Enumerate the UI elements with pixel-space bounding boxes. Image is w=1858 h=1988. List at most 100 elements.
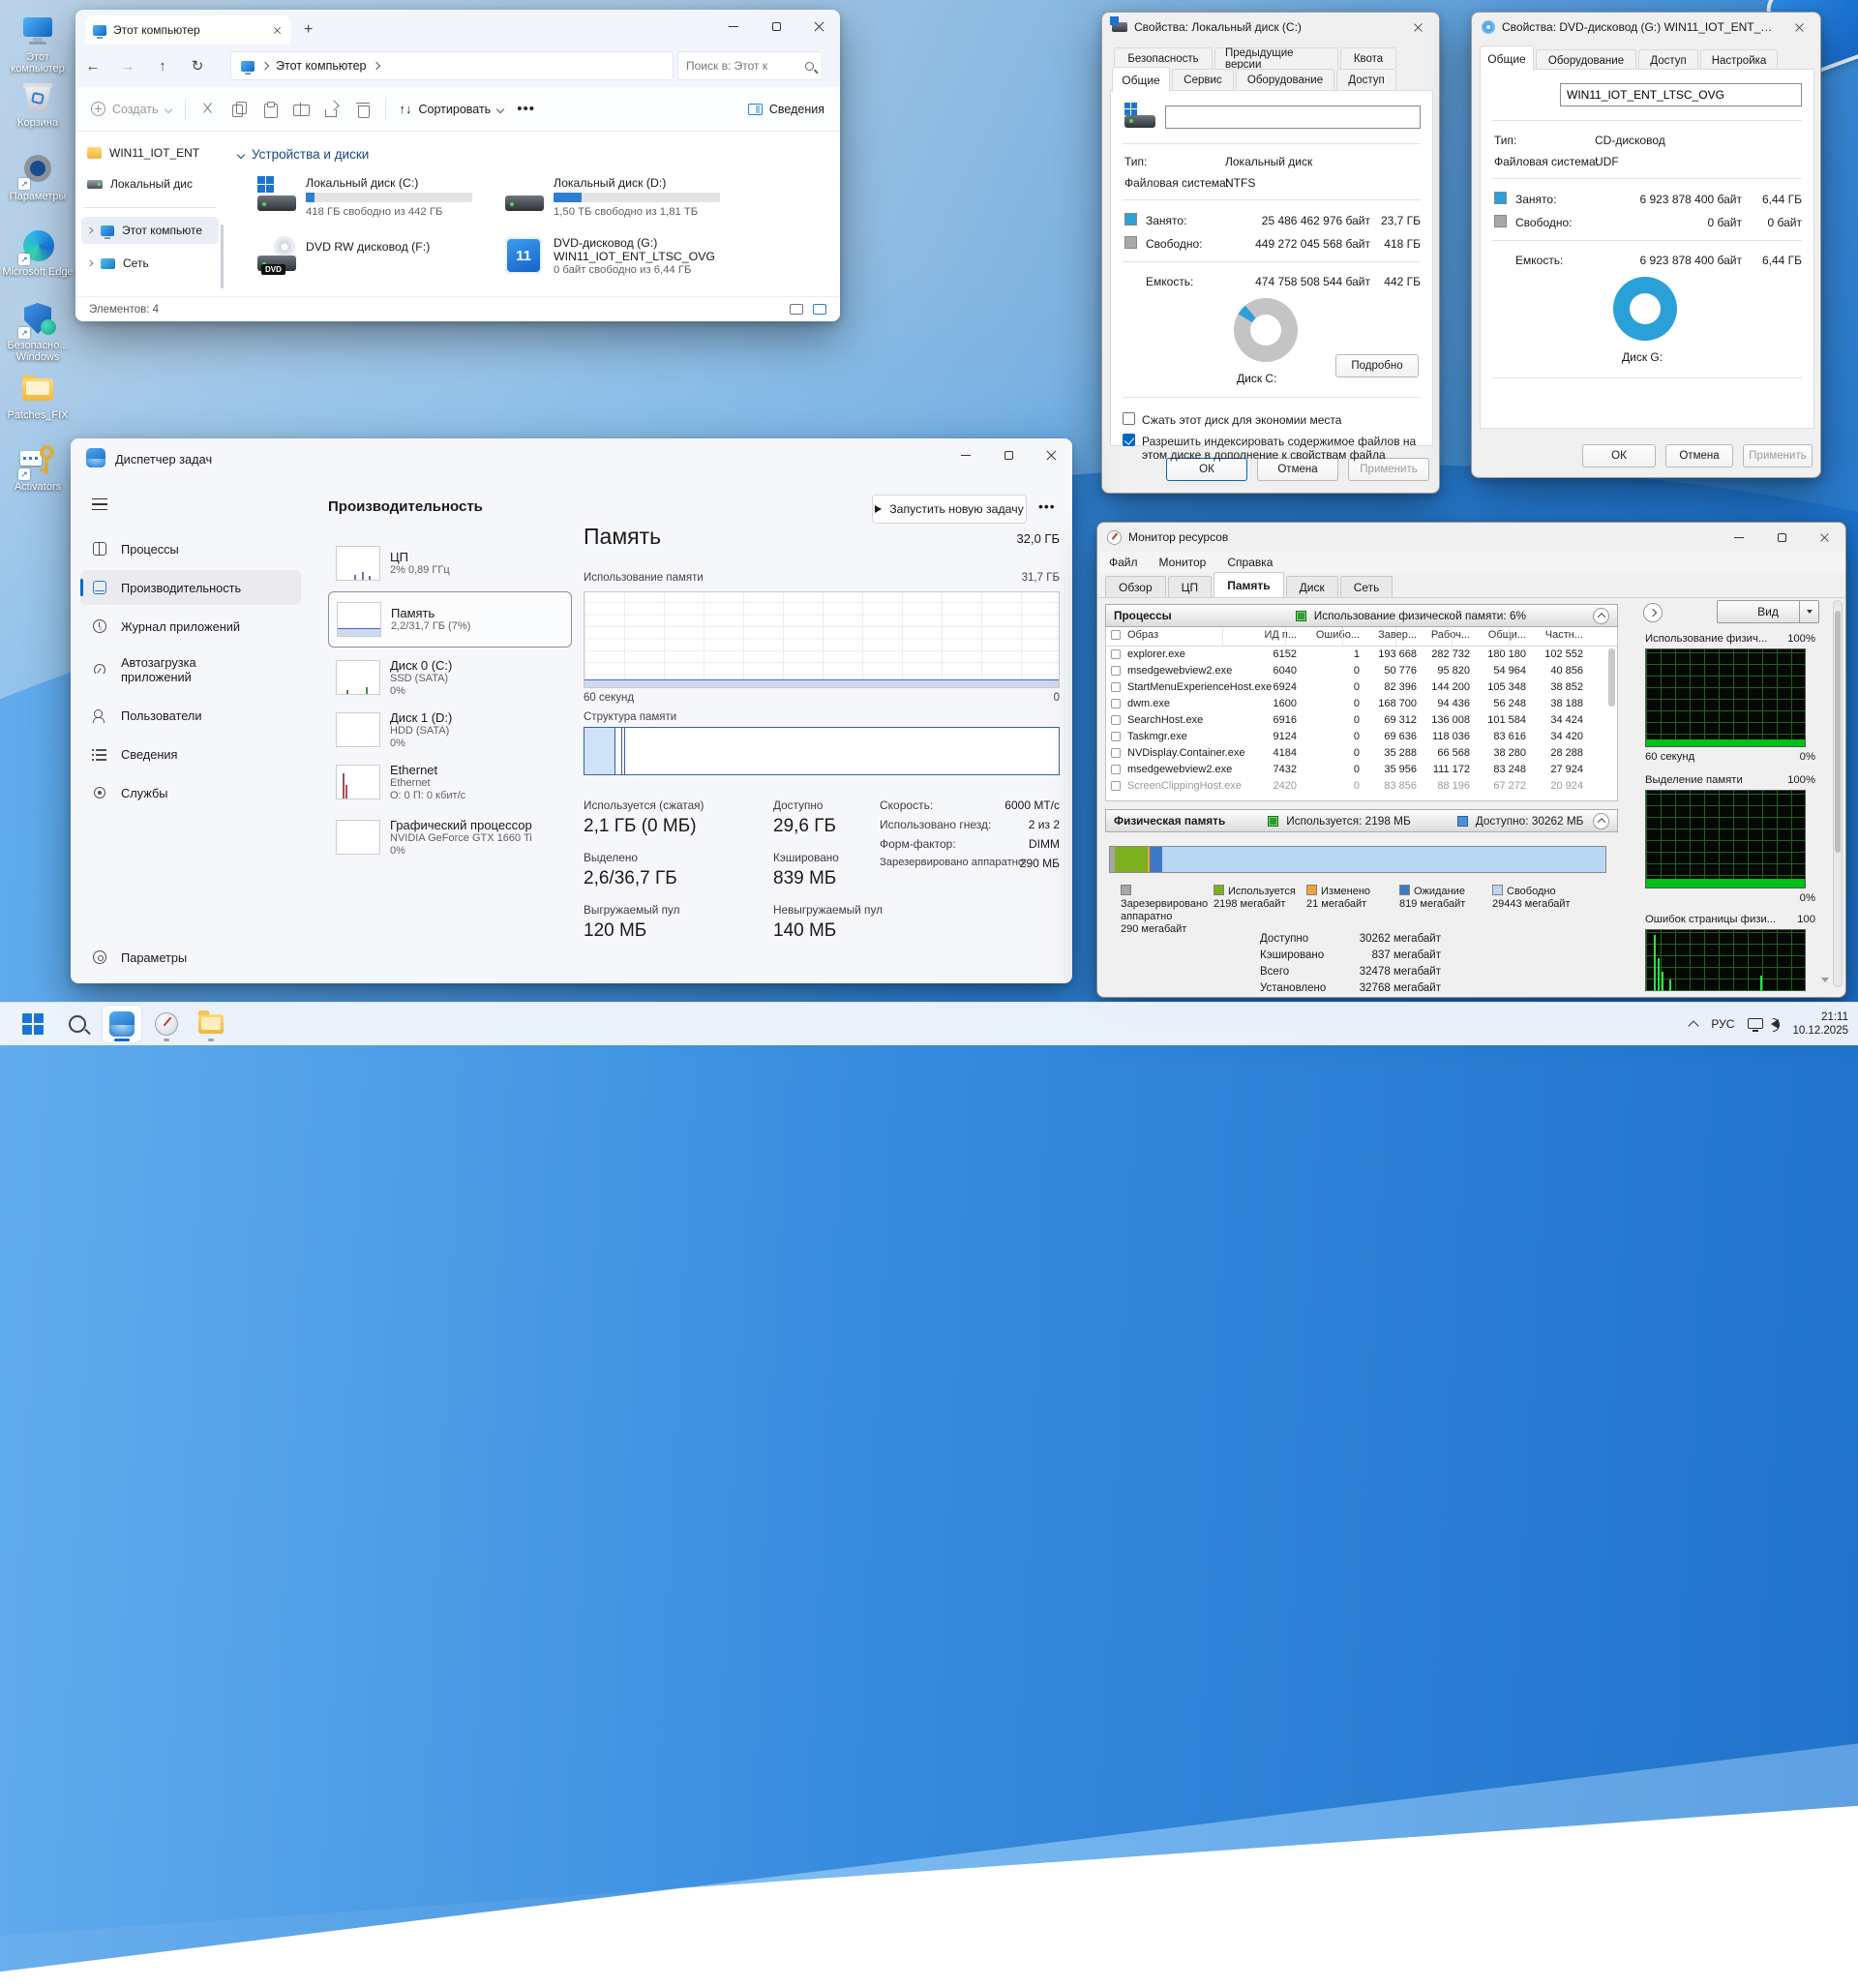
tab-close-icon[interactable] bbox=[274, 26, 282, 34]
table-header-row[interactable]: Образ ИД п... Ошибо... Завер... Рабоч...… bbox=[1106, 627, 1617, 647]
tab-customize[interactable]: Настройка bbox=[1700, 49, 1778, 71]
run-new-task-button[interactable]: Запустить новую задачу bbox=[872, 495, 1027, 524]
card-disk1[interactable]: Диск 1 (D:) HDD (SATA) 0% bbox=[328, 706, 572, 754]
row-checkbox[interactable] bbox=[1111, 715, 1121, 725]
minimize-button[interactable] bbox=[712, 10, 755, 43]
row-checkbox[interactable] bbox=[1111, 649, 1121, 659]
new-button[interactable]: Создать bbox=[91, 102, 171, 116]
close-button[interactable] bbox=[797, 10, 840, 43]
drive-tile-c[interactable]: Локальный диск (C:) 418 ГБ свободно из 4… bbox=[255, 176, 494, 226]
drive-tile-d[interactable]: Локальный диск (D:) 1,50 ТБ свободно из … bbox=[503, 176, 741, 226]
process-row[interactable]: explorer.exe61521193 668282 732180 18010… bbox=[1106, 647, 1617, 663]
rename-icon[interactable] bbox=[292, 101, 310, 118]
process-row[interactable]: SearchHost.exe6916069 312136 008101 5843… bbox=[1106, 712, 1617, 729]
close-button[interactable] bbox=[1778, 13, 1820, 42]
tab-security[interactable]: Безопасность bbox=[1114, 47, 1213, 69]
clock[interactable]: 21:11 10.12.2025 bbox=[1792, 1010, 1848, 1038]
search-input[interactable]: Поиск в: Этот к bbox=[677, 51, 823, 80]
more-options-icon[interactable]: ••• bbox=[1038, 498, 1056, 514]
address-bar[interactable]: Этот компьютер bbox=[230, 51, 674, 80]
close-button[interactable] bbox=[1030, 438, 1072, 471]
drive-tile-f[interactable]: DVD DVD RW дисковод (F:) bbox=[255, 236, 494, 286]
sidebar-item-folder[interactable]: WIN11_IOT_ENT bbox=[81, 139, 219, 166]
card-gpu[interactable]: Графический процессор NVIDIA GeForce GTX… bbox=[328, 810, 572, 864]
minimize-button[interactable] bbox=[944, 438, 987, 471]
nav-performance[interactable]: Производительность bbox=[80, 570, 301, 605]
physical-memory-section-header[interactable]: Физическая память Используется: 2198 МБ … bbox=[1105, 809, 1618, 832]
volume-label-input[interactable] bbox=[1560, 83, 1802, 106]
menu-file[interactable]: Файл bbox=[1109, 556, 1138, 569]
taskbar-file-explorer[interactable] bbox=[192, 1006, 230, 1042]
share-icon[interactable] bbox=[323, 101, 341, 118]
chevron-right-icon[interactable] bbox=[261, 62, 269, 70]
table-scrollbar[interactable] bbox=[1608, 648, 1615, 707]
row-checkbox[interactable] bbox=[1111, 699, 1121, 708]
tab-overview[interactable]: Обзор bbox=[1105, 576, 1166, 597]
card-memory[interactable]: Память 2,2/31,7 ГБ (7%) bbox=[328, 591, 572, 648]
nav-services[interactable]: Службы bbox=[80, 775, 301, 810]
menu-monitor[interactable]: Монитор bbox=[1159, 556, 1207, 569]
taskbar-resource-monitor[interactable] bbox=[147, 1006, 186, 1042]
expander-icon[interactable] bbox=[87, 227, 94, 234]
drive-tile-g[interactable]: 11 DVD-дисковод (G:) WIN11_IOT_ENT_LTSC_… bbox=[503, 236, 741, 290]
card-disk0[interactable]: Диск 0 (C:) SSD (SATA) 0% bbox=[328, 653, 572, 702]
desktop-icon-settings[interactable]: ↗ Параметры bbox=[0, 153, 75, 202]
language-indicator[interactable]: РУС bbox=[1711, 1017, 1734, 1031]
details-button[interactable]: Подробно bbox=[1335, 354, 1419, 377]
more-options-icon[interactable]: ••• bbox=[517, 101, 535, 117]
tab-sharing[interactable]: Доступ bbox=[1336, 69, 1396, 90]
cut-icon[interactable] bbox=[199, 101, 217, 118]
dropdown-arrow[interactable] bbox=[1799, 601, 1818, 622]
back-icon[interactable]: ← bbox=[75, 58, 110, 75]
copy-icon[interactable] bbox=[230, 101, 248, 118]
col-image[interactable]: Образ bbox=[1127, 629, 1158, 641]
select-all-checkbox[interactable] bbox=[1111, 630, 1121, 640]
sidebar-item-local-disk[interactable]: Локальный дис bbox=[81, 170, 219, 197]
col-private[interactable]: Частн... bbox=[1513, 629, 1583, 641]
new-tab-button[interactable]: + bbox=[304, 21, 313, 39]
expand-panel-button[interactable] bbox=[1643, 603, 1663, 622]
tab-sharing[interactable]: Доступ bbox=[1638, 49, 1698, 71]
tab-quota[interactable]: Квота bbox=[1340, 47, 1396, 69]
process-row[interactable]: NVDisplay.Container.exe4184035 28866 568… bbox=[1106, 745, 1617, 762]
nav-details[interactable]: Сведения bbox=[80, 737, 301, 771]
process-row[interactable]: StartMenuExperienceHost.exe6924082 39614… bbox=[1106, 679, 1617, 696]
collapse-button[interactable] bbox=[1593, 608, 1609, 624]
scroll-down-icon[interactable] bbox=[1821, 978, 1829, 982]
sort-button[interactable]: ↑↓ Сортировать bbox=[400, 102, 504, 116]
process-row[interactable]: dwm.exe16000168 70094 43656 24838 188 bbox=[1106, 696, 1617, 712]
list-view-icon[interactable] bbox=[790, 304, 803, 315]
row-checkbox[interactable] bbox=[1111, 732, 1121, 741]
index-checkbox[interactable] bbox=[1123, 434, 1135, 446]
details-pane-button[interactable]: Сведения bbox=[748, 103, 824, 116]
ok-button[interactable]: ОК bbox=[1582, 444, 1656, 467]
search-icon[interactable] bbox=[805, 62, 814, 71]
start-button[interactable] bbox=[14, 1006, 52, 1042]
tab-memory[interactable]: Память bbox=[1214, 572, 1283, 597]
processes-section-header[interactable]: Процессы Использование физической памяти… bbox=[1105, 604, 1618, 627]
nav-users[interactable]: Пользователи bbox=[80, 698, 301, 733]
panel-scrollbar[interactable] bbox=[1833, 600, 1843, 987]
close-button[interactable] bbox=[1396, 13, 1439, 42]
paste-icon[interactable] bbox=[261, 101, 279, 118]
breadcrumb[interactable]: Этот компьютер bbox=[276, 59, 366, 73]
maximize-button[interactable] bbox=[1760, 523, 1803, 552]
volume-label-input[interactable] bbox=[1165, 105, 1421, 129]
explorer-tab[interactable]: Этот компьютер bbox=[85, 15, 290, 45]
cancel-button[interactable]: Отмена bbox=[1665, 444, 1733, 467]
maximize-button[interactable] bbox=[755, 10, 797, 43]
desktop-icon-edge[interactable]: ↗ Microsoft Edge bbox=[0, 228, 75, 278]
compress-checkbox[interactable] bbox=[1123, 412, 1135, 425]
settings-button[interactable]: Параметры bbox=[80, 940, 301, 975]
card-cpu[interactable]: ЦП 2% 0,89 ГГц bbox=[328, 539, 572, 587]
forward-icon[interactable]: → bbox=[110, 58, 145, 75]
tab-previous-versions[interactable]: Предыдущие версии bbox=[1214, 47, 1338, 69]
taskbar-search-button[interactable] bbox=[58, 1006, 97, 1042]
desktop-icon-windows-security[interactable]: ↗ Безопасно... Windows bbox=[0, 302, 75, 363]
process-row[interactable]: msedgewebview2.exe6040050 77695 82054 96… bbox=[1106, 663, 1617, 679]
nav-app-history[interactable]: Журнал приложений bbox=[80, 609, 301, 644]
row-checkbox[interactable] bbox=[1111, 748, 1121, 758]
tab-network[interactable]: Сеть bbox=[1340, 576, 1394, 597]
row-checkbox[interactable] bbox=[1111, 666, 1121, 676]
chevron-right-icon[interactable] bbox=[373, 62, 380, 70]
